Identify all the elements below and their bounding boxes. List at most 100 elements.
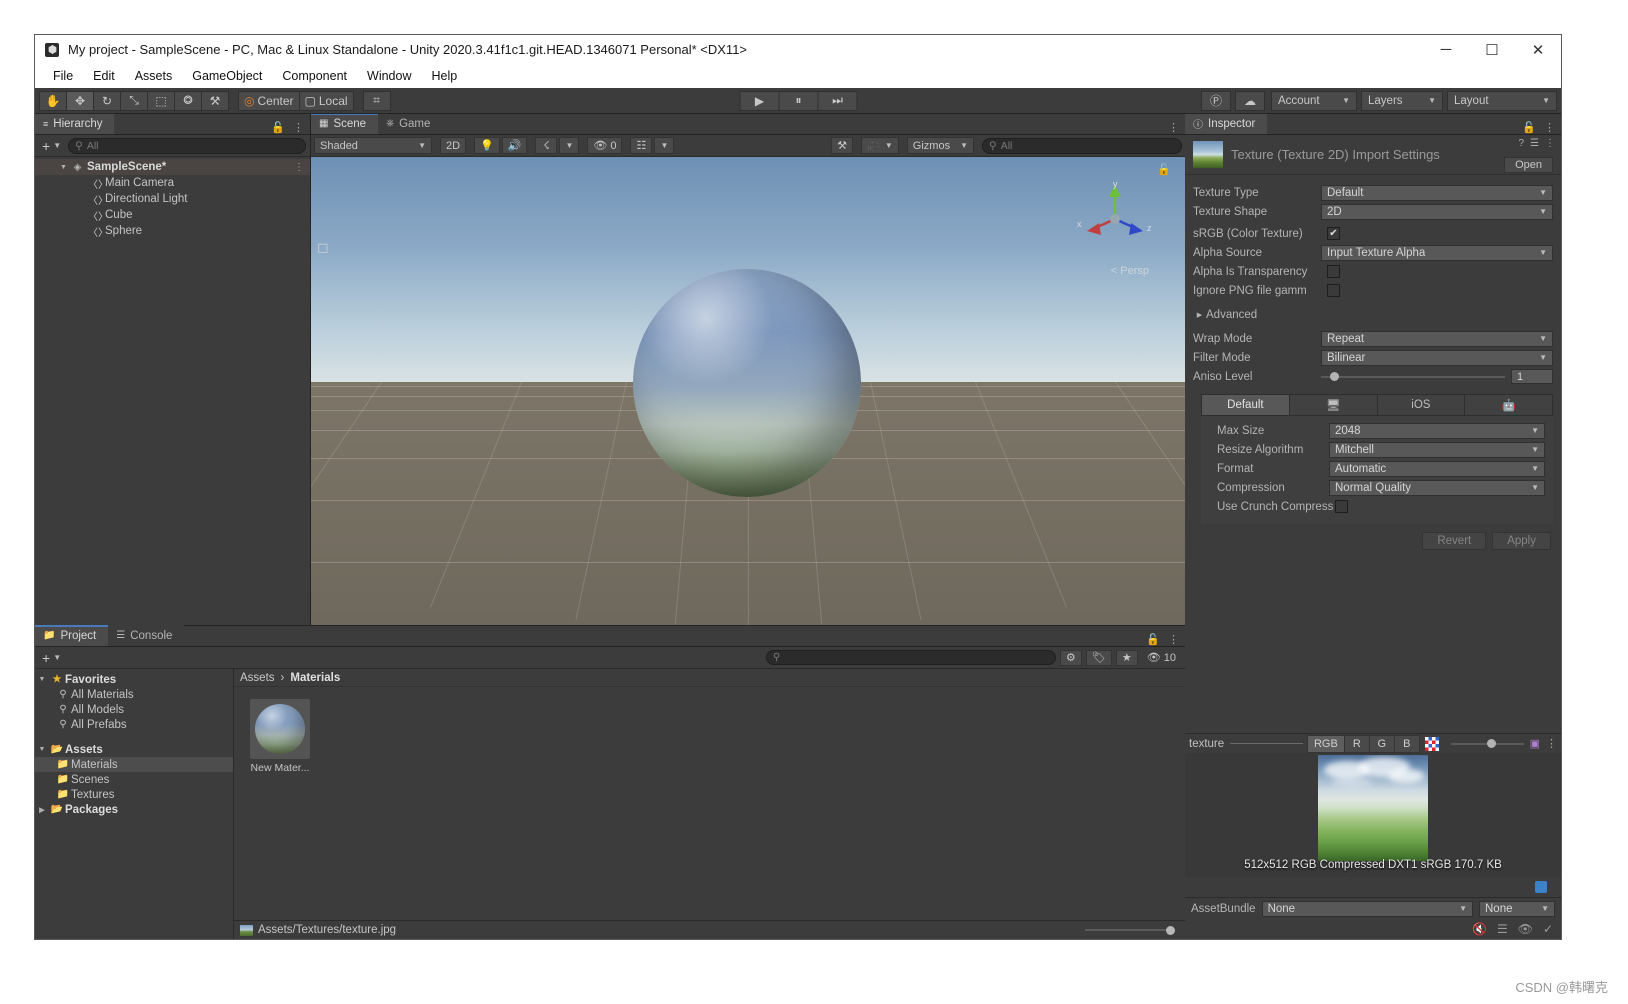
scene-viewport[interactable]: ◻ 🔓 y x z < Persp [311, 157, 1185, 625]
alpha-is-transparency-checkbox[interactable] [1327, 265, 1340, 278]
wrap-mode-dropdown[interactable]: Repeat ▼ [1321, 330, 1553, 347]
scene-visibility-toggle[interactable]: 👁 0 [587, 137, 623, 154]
resize-algorithm-dropdown[interactable]: Mitchell ▼ [1329, 441, 1545, 458]
collab-icon[interactable]: Ⓟ [1201, 90, 1232, 111]
tab-platform-android[interactable]: 🤖 [1465, 395, 1552, 415]
expand-twirl-icon[interactable]: ▼ [35, 746, 49, 753]
menu-item-file[interactable]: File [43, 66, 83, 86]
layers-dropdown[interactable]: Layers ▼ [1361, 90, 1444, 111]
scene-tools-icon[interactable]: ⚒ [831, 137, 854, 154]
assetbundle-dropdown[interactable]: None ▼ [1261, 900, 1473, 917]
tree-item-all-materials[interactable]: ⚲ All Materials [35, 687, 233, 702]
scene-search-input[interactable]: ⚲ All [982, 137, 1182, 154]
srgb-checkbox[interactable]: ✔ [1327, 227, 1340, 240]
channel-b-button[interactable]: B [1393, 734, 1420, 753]
scene-audio-icon[interactable]: 🔊 [501, 137, 528, 154]
tab-hierarchy[interactable]: ≡ Hierarchy [35, 114, 115, 134]
tree-item-packages[interactable]: ▶ 📂 Packages [35, 802, 233, 817]
sphere-object[interactable] [633, 269, 861, 497]
expand-twirl-icon[interactable]: ▶ [35, 806, 49, 814]
step-button[interactable]: ⏭ [817, 90, 858, 111]
channel-rgb-button[interactable]: RGB [1306, 734, 1345, 753]
mip-level-slider[interactable] [1450, 739, 1524, 748]
viewport-lock-icon[interactable]: 🔓 [1157, 163, 1171, 176]
menu-item-assets[interactable]: Assets [125, 66, 183, 86]
tab-game[interactable]: ⎈ Game [378, 114, 443, 134]
max-size-dropdown[interactable]: 2048 ▼ [1329, 422, 1545, 439]
panel-menu-icon[interactable]: ⋮ [293, 121, 304, 134]
create-object-button[interactable]: + ▼ [39, 138, 64, 154]
tree-item-all-prefabs[interactable]: ⚲ All Prefabs [35, 717, 233, 732]
help-icon[interactable]: ? [1518, 138, 1524, 149]
tree-item-materials[interactable]: 📁 Materials [35, 757, 233, 772]
search-by-label-icon[interactable]: 🏷 [1085, 649, 1112, 666]
rect-tool-icon[interactable]: ⬚ [147, 90, 175, 111]
breadcrumb-assets[interactable]: Assets [240, 672, 275, 684]
expand-twirl-icon[interactable]: ▶ [1193, 311, 1206, 319]
asset-label-swatch[interactable] [1535, 881, 1547, 893]
hierarchy-row-sphere[interactable]: 〈〉 Sphere [35, 223, 310, 239]
texture-shape-dropdown[interactable]: 2D ▼ [1321, 203, 1553, 220]
hierarchy-row-cube[interactable]: 〈〉 Cube [35, 207, 310, 223]
tab-console[interactable]: ☰ Console [108, 625, 185, 646]
cloud-icon[interactable]: ☁ [1235, 90, 1266, 111]
filter-mode-dropdown[interactable]: Bilinear ▼ [1321, 349, 1553, 366]
search-by-type-icon[interactable]: ⚙ [1059, 649, 1082, 666]
close-button[interactable]: ✕ [1515, 35, 1561, 64]
assetbundle-variant-dropdown[interactable]: None ▼ [1479, 900, 1555, 917]
asset-item[interactable]: New Mater... [248, 699, 312, 774]
hidden-assets-count[interactable]: 👁 10 [1142, 650, 1181, 666]
tab-inspector[interactable]: ⓘ Inspector [1185, 114, 1268, 134]
pause-button[interactable]: ⏸ [778, 90, 819, 111]
project-search-input[interactable]: ⚲ [765, 650, 1056, 665]
scene-grid-icon[interactable]: ☷ [630, 137, 653, 154]
scene-orientation-gizmo[interactable]: y x z [1075, 179, 1155, 259]
hierarchy-row-directional-light[interactable]: 〈〉 Directional Light [35, 191, 310, 207]
lock-icon[interactable]: 🔓 [271, 121, 285, 134]
hierarchy-search-input[interactable]: ⚲ All [68, 137, 306, 154]
ignore-png-gamma-checkbox[interactable] [1327, 284, 1340, 297]
check-circle-icon[interactable]: ✓ [1543, 922, 1553, 936]
compression-dropdown[interactable]: Normal Quality ▼ [1329, 479, 1545, 496]
draw-mode-dropdown[interactable]: Shaded ▼ [314, 137, 432, 154]
aniso-slider[interactable]: 1 [1321, 369, 1553, 384]
tab-platform-standalone[interactable]: 🖥 [1289, 395, 1378, 415]
channel-g-button[interactable]: G [1368, 734, 1395, 753]
asset-zoom-slider[interactable] [1085, 925, 1175, 935]
panel-menu-icon[interactable]: ⋮ [1168, 633, 1179, 646]
panel-menu-icon[interactable]: ⋮ [1168, 121, 1179, 134]
menu-item-window[interactable]: Window [357, 66, 421, 86]
mute-icon[interactable]: 🔇 [1472, 922, 1487, 936]
lock-icon[interactable]: 🔓 [1522, 121, 1536, 134]
channel-r-button[interactable]: R [1343, 734, 1370, 753]
transform-tool-icon[interactable]: ⭗ [174, 90, 202, 111]
scene-lighting-icon[interactable]: 💡 [474, 137, 500, 154]
scene-fx-dropdown[interactable]: ▼ [559, 137, 580, 154]
search-favorite-icon[interactable]: ★ [1115, 649, 1138, 666]
preview-menu-icon[interactable]: ⋮ [1546, 737, 1557, 750]
tab-platform-ios[interactable]: iOS [1377, 395, 1466, 415]
expand-twirl-icon[interactable]: ▼ [57, 164, 70, 171]
move-tool-icon[interactable]: ✥ [66, 90, 94, 111]
perspective-label[interactable]: < Persp [1111, 265, 1149, 277]
zoom-slider-knob[interactable] [1166, 925, 1175, 935]
tab-scene[interactable]: ▦ Scene [311, 114, 379, 134]
grid-snapping-icon[interactable]: ⌗ [362, 90, 391, 111]
visibility-icon[interactable]: 👁 [1518, 922, 1533, 936]
tree-item-scenes[interactable]: 📁 Scenes [35, 772, 233, 787]
scene-fx-icon[interactable]: ☇ [535, 137, 558, 154]
minimize-button[interactable]: ─ [1423, 35, 1469, 64]
alpha-checker-icon[interactable] [1424, 736, 1439, 751]
lock-icon[interactable]: 🔓 [1146, 633, 1160, 646]
texture-type-dropdown[interactable]: Default ▼ [1321, 184, 1553, 201]
mip-slider-knob[interactable] [1486, 739, 1496, 748]
tree-item-assets[interactable]: ▼ 📂 Assets [35, 742, 233, 757]
tree-item-all-models[interactable]: ⚲ All Models [35, 702, 233, 717]
revert-button[interactable]: Revert [1422, 532, 1487, 550]
use-crunch-checkbox[interactable] [1335, 500, 1348, 513]
apply-button[interactable]: Apply [1492, 532, 1551, 550]
maximize-button[interactable]: ☐ [1469, 35, 1515, 64]
scene-grid-dropdown[interactable]: ▼ [654, 137, 675, 154]
texture-preview[interactable]: 512x512 RGB Compressed DXT1 sRGB 170.7 K… [1185, 753, 1561, 877]
pivot-mode-button[interactable]: ◎ Center [238, 90, 300, 111]
